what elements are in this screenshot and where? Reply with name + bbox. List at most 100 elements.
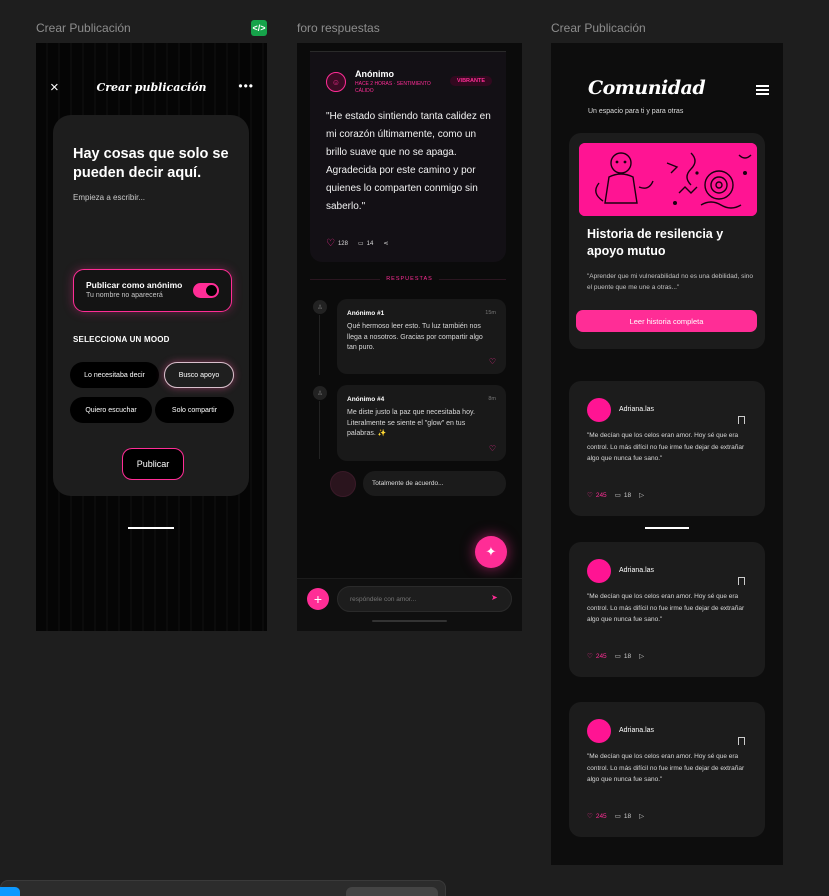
comment-icon: ▭ bbox=[614, 653, 621, 660]
frame-label-community[interactable]: Crear Publicación bbox=[551, 21, 646, 35]
tagline: Un espacio para ti y para otras bbox=[588, 108, 684, 115]
compose-heading: Hay cosas que solo se pueden decir aquí. bbox=[73, 146, 229, 181]
send-icon[interactable]: ▷ bbox=[639, 491, 644, 499]
brand-logo: Comunidad bbox=[588, 77, 706, 99]
feed-username[interactable]: Adriana.las bbox=[619, 406, 654, 413]
avatar bbox=[330, 471, 356, 497]
post-author: Anónimo bbox=[355, 69, 394, 79]
reply-card: Anónimo #4 8m Me diste justo la paz que … bbox=[337, 385, 506, 461]
move-tool-button[interactable] bbox=[0, 887, 20, 896]
like-button[interactable]: ♡ 245 bbox=[587, 812, 607, 821]
feed-text: "Me decían que los celos eran amor. Hoy … bbox=[587, 753, 745, 783]
reply-author: Anónimo #4 bbox=[347, 396, 385, 403]
like-button[interactable]: ♡ 245 bbox=[587, 491, 607, 500]
story-quote: "Aprender que mi vulnerabilidad no es un… bbox=[587, 273, 754, 291]
thread-line bbox=[319, 401, 320, 459]
publish-button[interactable]: Publicar bbox=[122, 448, 184, 480]
toolbar-segment[interactable] bbox=[346, 887, 438, 896]
home-indicator bbox=[128, 527, 174, 529]
frame-label-create-post[interactable]: Crear Publicación bbox=[36, 21, 131, 35]
toggle-knob bbox=[206, 285, 217, 296]
comment-count: 18 bbox=[623, 812, 632, 820]
comment-button[interactable]: ▭ 18 bbox=[615, 491, 632, 500]
comment-button[interactable]: ▭ 18 bbox=[614, 812, 632, 821]
quick-reply-suggestion[interactable]: Totalmente de acuerdo... bbox=[363, 471, 506, 496]
story-title: Historia de resilencia y apoyo mutuo bbox=[587, 227, 724, 258]
anonymous-toggle[interactable] bbox=[193, 283, 219, 298]
story-illustration bbox=[579, 143, 757, 216]
feed-actions: ♡ 245 ▭ 18 ▷ bbox=[587, 812, 644, 821]
post-text: "He estado sintiendo tanta calidez en mi… bbox=[326, 111, 491, 212]
mood-chip[interactable]: Solo compartir bbox=[155, 397, 234, 423]
avatar bbox=[587, 719, 611, 743]
more-icon[interactable]: ••• bbox=[238, 79, 254, 93]
like-button[interactable]: ♡ 245 bbox=[587, 652, 607, 661]
forum-frame: ☺ Anónimo HACE 2 HORAS · SENTIMIENTO CÁL… bbox=[297, 43, 522, 631]
home-indicator bbox=[372, 620, 447, 622]
anonymous-title: Publicar como anónimo bbox=[86, 280, 183, 290]
responses-label: RESPUESTAS bbox=[297, 276, 522, 282]
sparkle-icon[interactable]: ✦ bbox=[475, 536, 507, 568]
like-count: 128 bbox=[337, 240, 348, 247]
user-icon: ♙ bbox=[313, 300, 327, 314]
thread-line bbox=[319, 315, 320, 375]
heart-icon[interactable]: ♡ bbox=[489, 444, 496, 453]
comment-icon: ▭ bbox=[614, 813, 621, 820]
heart-icon[interactable]: ♡ bbox=[489, 357, 496, 366]
mood-chip-selected[interactable]: Busco apoyo bbox=[164, 362, 234, 388]
like-count: 245 bbox=[595, 812, 607, 820]
comment-button[interactable]: ▭ 18 bbox=[614, 652, 632, 661]
responses-label-text: RESPUESTAS bbox=[380, 276, 439, 282]
user-icon: ☺ bbox=[326, 72, 346, 92]
featured-story-card: Historia de resilencia y apoyo mutuo "Ap… bbox=[569, 133, 765, 349]
bookmark-icon[interactable] bbox=[738, 416, 745, 424]
feed-text: "Me decían que los celos eran amor. Hoy … bbox=[587, 432, 745, 462]
send-icon[interactable]: ▷ bbox=[639, 812, 644, 820]
create-post-frame: × Crear publicación ••• Hay cosas que so… bbox=[36, 43, 267, 631]
feed-actions: ♡ 245 ▭ 18 ▷ bbox=[587, 491, 644, 500]
send-icon[interactable]: ➤ bbox=[491, 593, 498, 602]
like-count: 245 bbox=[595, 652, 607, 660]
user-icon: ♙ bbox=[313, 386, 327, 400]
send-icon[interactable]: ▷ bbox=[639, 652, 644, 660]
code-icon[interactable]: </> bbox=[251, 20, 267, 36]
reply-text: Qué hermoso leer esto. Tu luz también no… bbox=[347, 323, 483, 351]
heart-icon: ♡ bbox=[587, 813, 593, 820]
comment-button[interactable]: ▭ 14 bbox=[358, 240, 374, 248]
feed-username[interactable]: Adriana.las bbox=[619, 567, 654, 574]
frame-label-forum[interactable]: foro respuestas bbox=[297, 21, 380, 35]
post-card: ☺ Anónimo HACE 2 HORAS · SENTIMIENTO CÁL… bbox=[310, 51, 506, 262]
compose-textarea[interactable]: Empieza a escribir... bbox=[73, 193, 145, 202]
feed-card: Adriana.las "Me decían que los celos era… bbox=[569, 702, 765, 837]
heart-icon: ♡ bbox=[587, 653, 593, 660]
mood-chip[interactable]: Quiero escuchar bbox=[70, 397, 152, 423]
like-button[interactable]: ♡ 128 bbox=[326, 238, 348, 249]
anonymous-option[interactable]: Publicar como anónimo Tu nombre no apare… bbox=[73, 269, 232, 312]
heart-icon: ♡ bbox=[587, 492, 593, 499]
comment-count: 18 bbox=[623, 652, 632, 660]
plus-icon[interactable]: + bbox=[307, 588, 329, 610]
feed-card: Adriana.las "Me decían que los celos era… bbox=[569, 542, 765, 677]
mood-chip[interactable]: Lo necesitaba decir bbox=[70, 362, 159, 388]
reply-card: Anónimo #1 15m Qué hermoso leer esto. Tu… bbox=[337, 299, 506, 374]
bookmark-icon[interactable] bbox=[738, 577, 745, 585]
top-bar: × Crear publicación ••• bbox=[36, 79, 267, 99]
avatar bbox=[587, 559, 611, 583]
divider bbox=[645, 527, 689, 529]
feed-username[interactable]: Adriana.las bbox=[619, 727, 654, 734]
reply-author: Anónimo #1 bbox=[347, 310, 385, 317]
comment-count: 18 bbox=[623, 491, 632, 499]
reply-text: Me diste justo la paz que necesitaba hoy… bbox=[347, 409, 475, 437]
read-story-button[interactable]: Leer historia completa bbox=[576, 310, 757, 332]
menu-icon[interactable] bbox=[756, 85, 769, 95]
reply-time: 15m bbox=[485, 310, 496, 316]
post-actions: ♡ 128 ▭ 14 ⋖ bbox=[326, 238, 388, 249]
reply-input[interactable] bbox=[337, 586, 512, 612]
bookmark-icon[interactable] bbox=[738, 737, 745, 745]
share-icon[interactable]: ⋖ bbox=[383, 240, 388, 247]
compose-card: Hay cosas que solo se pueden decir aquí.… bbox=[53, 115, 249, 496]
comment-count: 14 bbox=[366, 240, 374, 247]
feed-actions: ♡ 245 ▭ 18 ▷ bbox=[587, 652, 644, 661]
reply-bar: + ➤ bbox=[297, 578, 522, 631]
like-count: 245 bbox=[595, 491, 607, 499]
